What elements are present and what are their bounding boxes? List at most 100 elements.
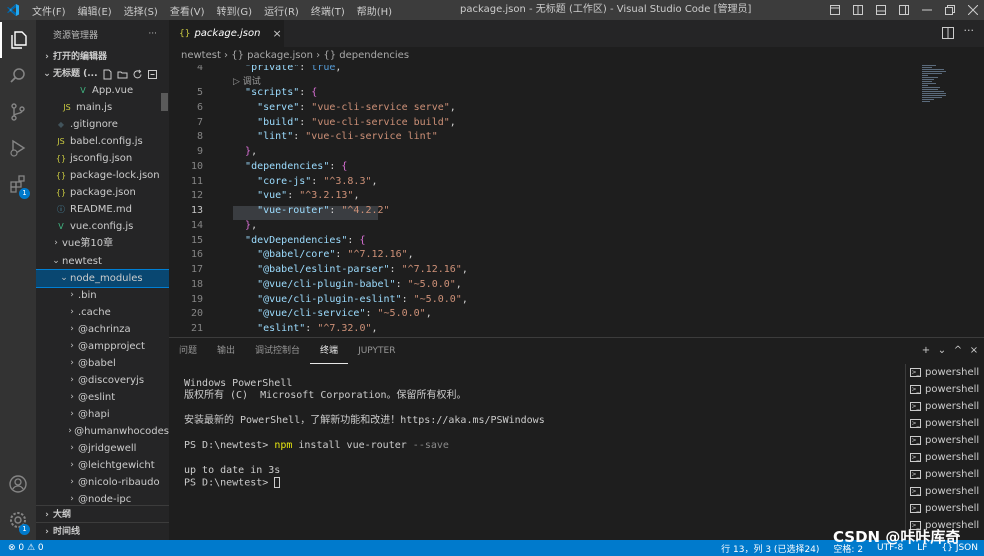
explorer-icon[interactable] — [0, 22, 36, 58]
code-line: "serve": "vue-cli-service serve", — [257, 101, 456, 113]
collapse-all-icon[interactable] — [147, 69, 158, 80]
file-type-icon: JS — [57, 137, 65, 147]
editor-more-icon[interactable]: ··· — [964, 24, 975, 37]
file-type-icon: JS — [63, 103, 71, 113]
tree-file[interactable]: ⓘ README.md — [36, 201, 169, 218]
tree-file[interactable]: {} package-lock.json — [36, 167, 169, 184]
debug-codelens[interactable]: ▷ 调试 — [233, 74, 261, 87]
panel-tab[interactable]: 终端 — [310, 338, 349, 364]
tree-file[interactable]: V App.vue — [36, 82, 169, 99]
terminal-list-item[interactable]: >_ powershell — [906, 466, 984, 483]
tree-folder[interactable]: › vue第10章 — [36, 235, 169, 252]
timeline-section[interactable]: › 时间线 — [36, 522, 169, 540]
code-editor[interactable]: 4 "private": true, 5 "scripts": {6 "serve… — [169, 65, 984, 337]
file-type-icon: ⓘ — [57, 205, 65, 215]
terminal-list-item[interactable]: >_ powershell — [906, 364, 984, 381]
workspace-section[interactable]: ⌄ 无标题 (... — [36, 65, 169, 83]
tree-folder[interactable]: › @achrinza — [36, 321, 169, 338]
breadcrumb[interactable]: newtest › {} package.json › {} dependenc… — [169, 47, 984, 65]
terminal-dropdown-icon[interactable]: ⌄ — [934, 342, 950, 358]
layout-icon[interactable] — [823, 0, 846, 20]
tree-folder[interactable]: › @nicolo-ribaudo — [36, 474, 169, 491]
tree-folder[interactable]: › @babel — [36, 355, 169, 372]
close-window-button[interactable] — [961, 0, 984, 20]
layout-sidebar-icon[interactable] — [892, 0, 915, 20]
vscode-logo-icon — [0, 0, 26, 20]
terminal-list-item[interactable]: >_ powershell — [906, 398, 984, 415]
tree-item-label: package-lock.json — [70, 170, 160, 182]
cursor-position[interactable]: 行 13，列 3 (已选择24) — [721, 542, 819, 555]
terminal-list-item[interactable]: >_ powershell — [906, 415, 984, 432]
new-file-icon[interactable] — [102, 69, 113, 80]
code-line: "@vue/cli-plugin-babel": "~5.0.0", — [257, 278, 462, 290]
new-folder-icon[interactable] — [117, 69, 128, 80]
close-tab-icon[interactable]: × — [272, 27, 281, 40]
menu-item[interactable]: 终端(T) — [305, 3, 351, 18]
terminal-list-item[interactable]: >_ powershell — [906, 449, 984, 466]
tree-folder[interactable]: ⌄ node_modules — [36, 268, 169, 288]
menu-item[interactable]: 编辑(E) — [72, 3, 118, 18]
search-icon[interactable] — [0, 58, 36, 94]
terminal-list-label: powershell — [925, 452, 980, 463]
tree-file[interactable]: Vvue.config.js — [36, 218, 169, 235]
terminal-list-item[interactable]: >_ powershell — [906, 432, 984, 449]
more-actions-icon[interactable]: ··· — [148, 29, 157, 39]
tree-folder[interactable]: › .cache — [36, 304, 169, 321]
tree-file[interactable]: ◆ .gitignore — [36, 116, 169, 133]
terminal-list-item[interactable]: >_ powershell — [906, 381, 984, 398]
restore-button[interactable] — [938, 0, 961, 20]
panel-tab[interactable]: JUPYTER — [348, 338, 405, 364]
refresh-icon[interactable] — [132, 69, 143, 80]
source-control-icon[interactable] — [0, 94, 36, 130]
maximize-panel-icon[interactable]: ^ — [950, 342, 966, 358]
menu-item[interactable]: 帮助(H) — [351, 3, 398, 18]
tree-folder[interactable]: › @discoveryjs — [36, 372, 169, 389]
layout-split-icon[interactable] — [846, 0, 869, 20]
panel-tab[interactable]: 输出 — [207, 338, 245, 364]
minimap[interactable] — [920, 65, 970, 125]
close-panel-icon[interactable]: × — [966, 342, 982, 358]
panel-tab[interactable]: 问题 — [169, 338, 207, 364]
menu-item[interactable]: 查看(V) — [164, 3, 211, 18]
new-terminal-button[interactable]: + — [918, 342, 934, 358]
sidebar-scrollbar[interactable] — [161, 93, 168, 111]
tree-file[interactable]: JS babel.config.js — [36, 133, 169, 150]
terminal-list-item[interactable]: >_ powershell — [906, 500, 984, 517]
tab-package-json[interactable]: {} package.json × — [169, 20, 284, 47]
run-debug-icon[interactable] — [0, 130, 36, 166]
terminal-list-label: powershell — [925, 486, 980, 497]
problems-status[interactable]: ⊗ 0 ⚠ 0 — [8, 540, 44, 556]
menu-item[interactable]: 文件(F) — [26, 3, 72, 18]
terminal-list-item[interactable]: >_ powershell — [906, 483, 984, 500]
menu-item[interactable]: 选择(S) — [118, 3, 164, 18]
settings-gear-icon[interactable]: 1 — [0, 502, 36, 538]
extensions-icon[interactable]: 1 — [0, 166, 36, 202]
tree-item-label: @hapi — [78, 408, 110, 420]
tree-folder[interactable]: › @eslint — [36, 389, 169, 406]
tree-folder[interactable]: › @humanwhocodes — [36, 423, 169, 440]
tree-file[interactable]: JS main.js — [36, 99, 169, 116]
split-editor-icon[interactable] — [942, 27, 954, 42]
panel-tab[interactable]: 调试控制台 — [245, 338, 310, 364]
tree-file[interactable]: {} jsconfig.json — [36, 150, 169, 167]
tree-folder[interactable]: › @jridgewell — [36, 440, 169, 457]
tree-folder[interactable]: › @leichtgewicht — [36, 457, 169, 474]
minimize-button[interactable] — [915, 0, 938, 20]
tree-folder[interactable]: › @hapi — [36, 406, 169, 423]
menu-item[interactable]: 转到(G) — [211, 3, 259, 18]
file-type-icon: ◆ — [57, 120, 65, 130]
outline-section[interactable]: › 大纲 — [36, 505, 169, 523]
tree-folder[interactable]: ⌄ newtest — [36, 253, 169, 270]
terminal-list: >_ powershell >_ powershell >_ powershell >_ po… — [905, 364, 984, 539]
tree-folder[interactable]: › .bin — [36, 287, 169, 304]
layout-panel-icon[interactable] — [869, 0, 892, 20]
terminal-output[interactable]: Windows PowerShell 版权所有 (C) Microsoft Co… — [184, 378, 545, 490]
menu-item[interactable]: 运行(R) — [258, 3, 305, 18]
tree-file[interactable]: {} package.json — [36, 184, 169, 201]
tree-folder[interactable]: › @ampproject — [36, 338, 169, 355]
code-line: "@vue/cli-plugin-eslint": "~5.0.0", — [257, 293, 468, 305]
open-editors-section[interactable]: › 打开的编辑器 — [36, 48, 169, 66]
line-number: 17 — [190, 264, 203, 275]
account-icon[interactable] — [0, 466, 36, 502]
